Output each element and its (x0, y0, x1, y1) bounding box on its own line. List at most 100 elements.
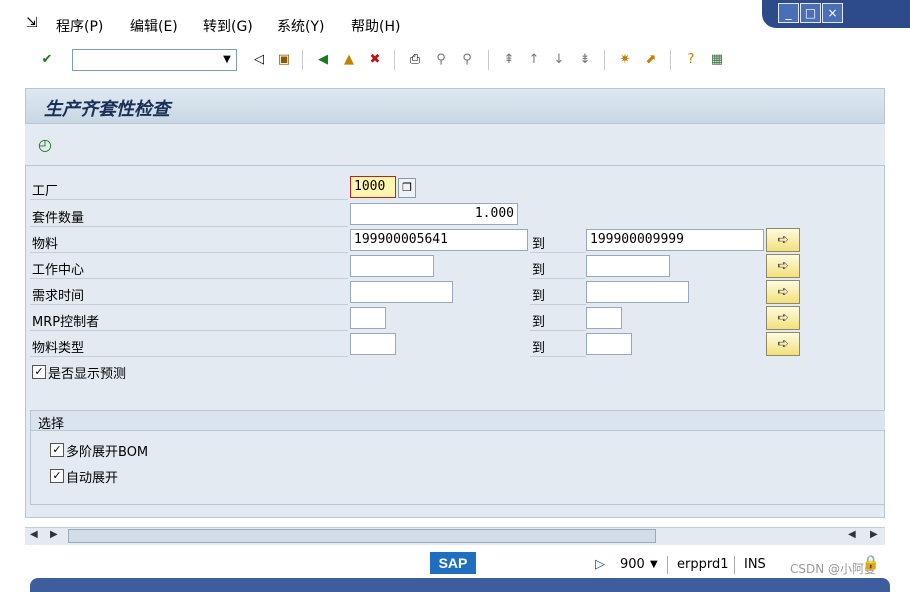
menu-system[interactable]: 系统(Y) (277, 16, 324, 36)
label-underline (30, 278, 348, 279)
command-field[interactable] (72, 49, 237, 71)
work-center-multiple-selection-button[interactable]: ➪ (766, 254, 800, 278)
label-underline (30, 226, 348, 227)
work-center-to-field[interactable] (586, 255, 670, 277)
mrp-controller-label: MRP控制者 (32, 315, 100, 330)
customize-layout-icon[interactable]: ▦ (708, 51, 726, 69)
minimize-button[interactable]: _ (778, 3, 799, 23)
back-icon[interactable]: ◀ (314, 51, 332, 69)
material-to-field[interactable]: 199900009999 (586, 229, 764, 251)
chevron-down-icon[interactable]: ▼ (650, 559, 658, 570)
sap-logo: SAP (430, 552, 476, 574)
work-center-from-field[interactable] (350, 255, 434, 277)
auto-expand-checkbox[interactable]: ✓ (50, 469, 64, 483)
multilevel-bom-label: 多阶展开BOM (66, 445, 149, 460)
work-center-label: 工作中心 (32, 263, 85, 278)
page-title: 生产齐套性检查 (44, 99, 170, 120)
material-type-label: 物料类型 (32, 341, 85, 356)
label-underline (30, 252, 348, 253)
client-number: 900 (620, 557, 645, 572)
new-session-icon[interactable]: ✷ (616, 51, 634, 69)
application-toolbar (25, 124, 885, 166)
material-type-from-field[interactable] (350, 333, 396, 355)
show-forecast-checkbox[interactable]: ✓ (32, 365, 46, 379)
material-multiple-selection-button[interactable]: ➪ (766, 228, 800, 252)
server-name: erpprd1 (677, 557, 729, 572)
menu-help[interactable]: 帮助(H) (351, 16, 400, 36)
requirement-time-from-field[interactable] (350, 281, 453, 303)
toolbar-separator (604, 50, 605, 70)
close-button[interactable]: × (822, 3, 843, 23)
scroll-left-end-icon[interactable]: ◀ (848, 529, 856, 540)
label-underline (530, 304, 586, 305)
label-underline (30, 199, 348, 200)
back-triangle-icon[interactable]: ◁ (250, 51, 268, 69)
mrp-controller-to-field[interactable] (586, 307, 622, 329)
mrp-controller-multiple-selection-button[interactable]: ➪ (766, 306, 800, 330)
menu-edit[interactable]: 编辑(E) (130, 16, 178, 36)
scroll-right-icon[interactable]: ▶ (870, 529, 878, 540)
kit-quantity-field[interactable]: 1.000 (350, 203, 518, 225)
material-type-to-label: 到 (532, 341, 546, 356)
material-type-multiple-selection-button[interactable]: ➪ (766, 332, 800, 356)
chevron-down-icon[interactable]: ▼ (218, 49, 236, 71)
material-to-label: 到 (532, 237, 546, 252)
requirement-time-to-field[interactable] (586, 281, 689, 303)
status-expand-icon[interactable]: ▷ (595, 557, 605, 572)
material-from-field[interactable]: 199900005641 (350, 229, 528, 251)
execute-clock-icon[interactable]: ◴ (38, 135, 52, 154)
scroll-left-icon[interactable]: ◀ (30, 529, 38, 540)
exit-menu-icon[interactable]: ⇲ (26, 15, 38, 31)
enter-icon[interactable]: ✔ (38, 51, 56, 69)
toolbar-separator (488, 50, 489, 70)
label-underline (30, 304, 348, 305)
print-icon[interactable]: ⎙ (406, 51, 424, 69)
exit-icon[interactable]: ▲ (340, 51, 358, 69)
find-icon[interactable]: ⚲ (432, 51, 450, 69)
toolbar-separator (670, 50, 671, 70)
status-separator (667, 556, 668, 574)
kit-quantity-label: 套件数量 (32, 211, 85, 226)
label-underline (530, 278, 586, 279)
label-underline (30, 330, 348, 331)
maximize-button[interactable]: □ (800, 3, 821, 23)
status-separator (734, 556, 735, 574)
multilevel-bom-checkbox[interactable]: ✓ (50, 443, 64, 457)
label-underline (530, 356, 586, 357)
mrp-controller-from-field[interactable] (350, 307, 386, 329)
selection-group-title: 选择 (38, 417, 65, 432)
toolbar-separator (394, 50, 395, 70)
cancel-icon[interactable]: ✖ (366, 51, 384, 69)
auto-expand-label: 自动展开 (66, 471, 119, 486)
label-underline (30, 356, 348, 357)
window-frame-bottom (30, 578, 890, 592)
help-icon[interactable]: ? (682, 51, 700, 69)
multiple-selection-icon[interactable]: ❐ (398, 178, 416, 198)
selection-group-header (31, 411, 885, 431)
work-center-to-label: 到 (532, 263, 546, 278)
requirement-time-label: 需求时间 (32, 289, 85, 304)
material-type-to-field[interactable] (586, 333, 632, 355)
scrollbar-thumb[interactable] (68, 529, 656, 543)
last-page-icon[interactable]: ⇟ (576, 51, 594, 69)
label-underline (530, 252, 586, 253)
show-forecast-label: 是否显示预测 (48, 367, 127, 382)
material-label: 物料 (32, 237, 59, 252)
toolbar-separator (302, 50, 303, 70)
find-next-icon[interactable]: ⚲ (458, 51, 476, 69)
menu-program[interactable]: 程序(P) (56, 16, 103, 36)
first-page-icon[interactable]: ⇞ (500, 51, 518, 69)
previous-page-icon[interactable]: ↑ (525, 51, 543, 69)
shortcut-icon[interactable]: ⬈ (642, 51, 660, 69)
mrp-controller-to-label: 到 (532, 315, 546, 330)
menu-goto[interactable]: 转到(G) (203, 16, 253, 36)
requirement-time-to-label: 到 (532, 289, 546, 304)
scroll-right-small-icon[interactable]: ▶ (50, 529, 58, 540)
next-page-icon[interactable]: ↓ (550, 51, 568, 69)
plant-field[interactable]: 1000 (350, 176, 396, 198)
label-underline (530, 330, 586, 331)
save-icon[interactable]: ▣ (275, 51, 293, 69)
plant-label: 工厂 (32, 184, 59, 199)
requirement-time-multiple-selection-button[interactable]: ➪ (766, 280, 800, 304)
lock-icon: 🔒 (862, 555, 880, 571)
